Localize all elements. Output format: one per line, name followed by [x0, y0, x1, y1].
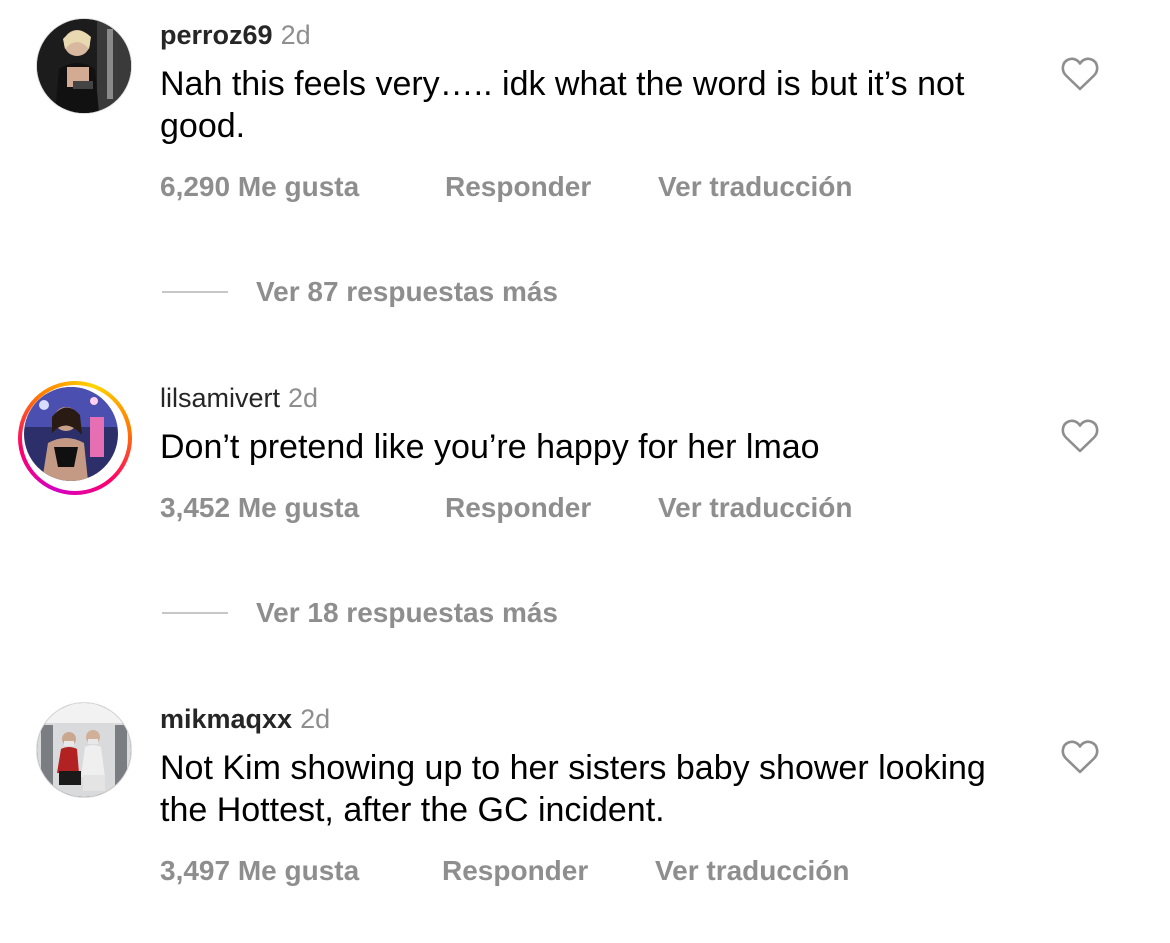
reply-button[interactable]: Responder — [445, 491, 658, 525]
avatar-photo-icon — [24, 387, 118, 481]
heart-icon[interactable] — [1060, 739, 1100, 775]
timestamp: 2d — [300, 704, 331, 734]
view-replies-label: Ver 87 respuestas más — [256, 276, 558, 307]
comment-text: Nah this feels very….. idk what the word… — [160, 65, 965, 145]
avatar[interactable] — [18, 381, 132, 495]
avatar[interactable] — [36, 702, 132, 798]
avatar-photo-icon — [37, 703, 131, 797]
heart-icon[interactable] — [1060, 418, 1100, 454]
username[interactable]: lilsamivert — [160, 383, 280, 413]
avatar-image — [36, 702, 132, 798]
view-replies-label: Ver 18 respuestas más — [256, 597, 558, 628]
heart-icon[interactable] — [1060, 56, 1100, 92]
comment-actions: 3,497 Me gusta Responder Ver traducción — [160, 854, 850, 888]
translate-button[interactable]: Ver traducción — [655, 854, 850, 888]
replies-divider — [162, 612, 228, 614]
translate-button[interactable]: Ver traducción — [658, 170, 853, 204]
story-ring — [18, 381, 132, 495]
likes-count[interactable]: 3,452 Me gusta — [160, 491, 445, 525]
replies-divider — [162, 291, 228, 293]
likes-count[interactable]: 3,497 Me gusta — [160, 854, 442, 888]
comment-actions: 3,452 Me gusta Responder Ver traducción — [160, 491, 853, 525]
avatar-photo-icon — [37, 19, 131, 113]
translate-button[interactable]: Ver traducción — [658, 491, 853, 525]
likes-count[interactable]: 6,290 Me gusta — [160, 170, 445, 204]
reply-button[interactable]: Responder — [442, 854, 655, 888]
timestamp: 2d — [288, 383, 319, 413]
avatar-image — [24, 387, 118, 481]
comment-header: mikmaqxx 2d — [160, 702, 330, 736]
comment-header: lilsamivert 2d — [160, 381, 318, 415]
avatar[interactable] — [36, 18, 132, 114]
comment-text: Don’t pretend like you’re happy for her … — [160, 428, 820, 466]
timestamp: 2d — [280, 20, 311, 50]
comment-actions: 6,290 Me gusta Responder Ver traducción — [160, 170, 853, 204]
comment-header: perroz69 2d — [160, 18, 311, 52]
comment-text: Not Kim showing up to her sisters baby s… — [160, 749, 986, 829]
reply-button[interactable]: Responder — [445, 170, 658, 204]
avatar-image — [36, 18, 132, 114]
username[interactable]: perroz69 — [160, 20, 273, 50]
username[interactable]: mikmaqxx — [160, 704, 292, 734]
